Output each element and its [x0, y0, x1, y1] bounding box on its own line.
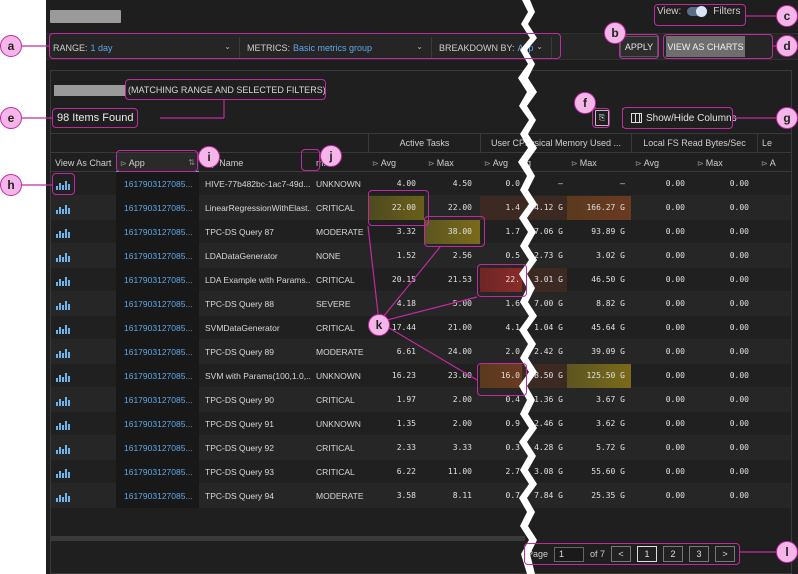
torn-edge-graphic [518, 0, 537, 574]
